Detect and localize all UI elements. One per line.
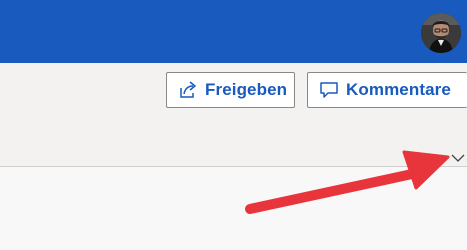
share-button[interactable]: Freigeben (166, 72, 295, 108)
comment-icon (319, 80, 339, 100)
window: Freigeben Kommentare (0, 0, 467, 250)
user-avatar[interactable] (421, 13, 461, 53)
document-area (0, 167, 467, 250)
expand-ribbon-chevron-icon[interactable] (451, 150, 465, 162)
share-button-label: Freigeben (205, 80, 288, 99)
share-icon (178, 80, 198, 100)
comments-button[interactable]: Kommentare (307, 72, 467, 108)
avatar-photo-icon (421, 13, 461, 53)
title-bar (0, 0, 467, 63)
comments-button-label: Kommentare (346, 80, 451, 99)
